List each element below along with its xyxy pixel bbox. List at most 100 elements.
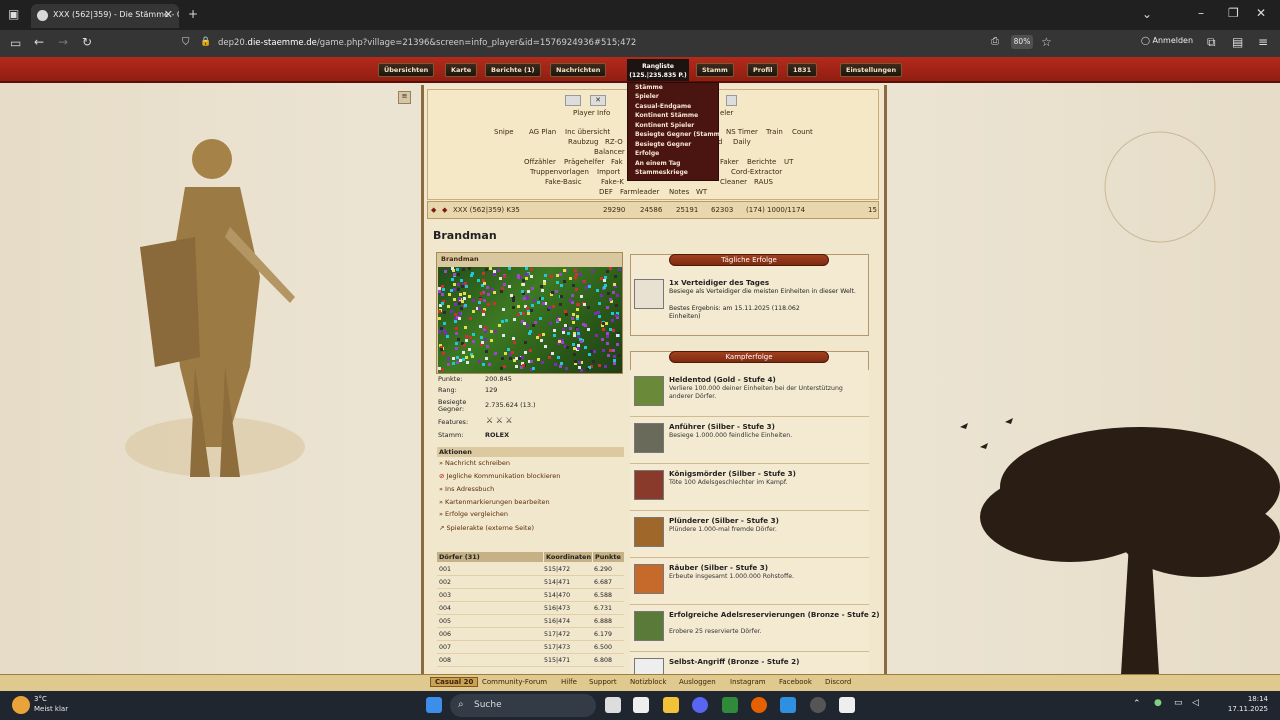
tool-offzaehler[interactable]: Offzähler bbox=[524, 158, 556, 166]
action-map-markers[interactable]: » Kartenmarkierungen bearbeiten bbox=[439, 498, 550, 506]
prev-village-icon[interactable]: ◆ bbox=[431, 206, 436, 214]
tool-wt[interactable]: WT bbox=[696, 188, 707, 196]
footer-help[interactable]: Hilfe bbox=[561, 678, 577, 686]
app-icon[interactable] bbox=[633, 697, 649, 713]
footer-instagram[interactable]: Instagram bbox=[730, 678, 766, 686]
tribe-value[interactable]: ROLEX bbox=[485, 431, 509, 439]
footer-notepad[interactable]: Notizblock bbox=[630, 678, 666, 686]
footer-discord[interactable]: Discord bbox=[825, 678, 851, 686]
coords-header[interactable]: Koordinaten bbox=[544, 552, 592, 562]
ranking-menu-item[interactable]: Casual-Endgame bbox=[635, 103, 691, 110]
ranking-menu-item[interactable]: An einem Tag bbox=[635, 160, 680, 167]
window-close-icon[interactable]: ✕ bbox=[1256, 6, 1266, 20]
village-name[interactable]: 002 bbox=[439, 579, 451, 586]
notifications-icon[interactable]: ▤ bbox=[1232, 35, 1243, 49]
village-row[interactable]: 001 515|472 6.290 bbox=[437, 563, 624, 576]
microphone-icon[interactable]: ● bbox=[1154, 698, 1162, 708]
village-name[interactable]: 005 bbox=[439, 618, 451, 625]
topbar-map[interactable]: Karte bbox=[445, 63, 478, 77]
village-row[interactable]: 003 514|470 6.588 bbox=[437, 589, 624, 602]
tool-import[interactable]: Import bbox=[597, 168, 620, 176]
village-row[interactable]: 007 517|473 6.500 bbox=[437, 641, 624, 654]
action-player-file[interactable]: ↗ Spielerakte (externe Seite) bbox=[439, 524, 534, 532]
tool-close-icon[interactable]: ✕ bbox=[590, 95, 606, 106]
village-row[interactable]: 002 514|471 6.687 bbox=[437, 576, 624, 589]
topbar-reports[interactable]: Berichte (1) bbox=[485, 63, 541, 77]
village-name[interactable]: 004 bbox=[439, 605, 451, 612]
ranking-menu-item[interactable]: Stämme bbox=[635, 84, 663, 91]
tool-ag-plan[interactable]: AG Plan bbox=[529, 128, 556, 136]
village-row[interactable]: 005 516|474 6.888 bbox=[437, 615, 624, 628]
ranking-button[interactable]: Rangliste (125.|235.835 P.) bbox=[627, 59, 689, 81]
tool-train[interactable]: Train bbox=[766, 128, 783, 136]
new-tab-icon[interactable]: + bbox=[188, 7, 198, 21]
villages-header[interactable]: Dörfer (31) bbox=[437, 552, 543, 562]
back-icon[interactable]: ← bbox=[34, 35, 44, 49]
tab-list-icon[interactable]: ⌄ bbox=[1142, 7, 1152, 21]
tool-praegehelfer[interactable]: Prägehelfer bbox=[564, 158, 604, 166]
bookmark-star-icon[interactable]: ☆ bbox=[1041, 35, 1052, 49]
village-name[interactable]: XXX (562|359) K35 bbox=[453, 206, 520, 214]
ranking-menu-item[interactable]: Besiegte Gegner bbox=[635, 141, 691, 148]
tool-daily[interactable]: Daily bbox=[733, 138, 751, 146]
action-address-book[interactable]: » Ins Adressbuch bbox=[439, 485, 494, 493]
tool-snipe[interactable]: Snipe bbox=[494, 128, 514, 136]
tool-cord-extractor[interactable]: Cord-Extractor bbox=[731, 168, 782, 176]
tool-fake-k[interactable]: Fake-K bbox=[601, 178, 624, 186]
forward-icon[interactable]: → bbox=[58, 35, 68, 49]
tool-raubzug[interactable]: Raubzug bbox=[568, 138, 598, 146]
ranking-menu-item[interactable]: Kontinent Stämme bbox=[635, 112, 698, 119]
village-row[interactable]: 004 516|473 6.731 bbox=[437, 602, 624, 615]
tool-farmleader[interactable]: Farmleader bbox=[620, 188, 659, 196]
tool-berichte[interactable]: Berichte bbox=[747, 158, 776, 166]
app-icon[interactable] bbox=[722, 697, 738, 713]
start-icon[interactable] bbox=[426, 697, 442, 713]
village-name[interactable]: 006 bbox=[439, 631, 451, 638]
tab-overview-icon[interactable]: ▣ bbox=[8, 7, 19, 21]
app-icon[interactable] bbox=[810, 697, 826, 713]
incoming-count[interactable]: 15 bbox=[868, 206, 877, 214]
footer-world[interactable]: Casual 20 bbox=[430, 677, 479, 687]
village-row[interactable]: 008 515|471 6.808 bbox=[437, 654, 624, 667]
tool-faker[interactable]: Faker bbox=[720, 158, 739, 166]
maximize-icon[interactable]: ❐ bbox=[1228, 6, 1239, 20]
ranking-menu-item[interactable]: Stammeskriege bbox=[635, 169, 688, 176]
signin-button[interactable]: ◯ Anmelden bbox=[1141, 36, 1193, 45]
tool-ut[interactable]: UT bbox=[784, 158, 793, 166]
tool-camera-icon[interactable] bbox=[565, 95, 581, 106]
village-name[interactable]: 001 bbox=[439, 566, 451, 573]
taskbar-clock[interactable]: 18:14 17.11.2025 bbox=[1208, 694, 1268, 714]
task-view-icon[interactable] bbox=[605, 697, 621, 713]
url-bar[interactable]: ⛉ 🔒 dep20.die-staemme.de/game.php?villag… bbox=[176, 33, 1061, 54]
ranking-menu-item[interactable]: Besiegte Gegner (Stamm) bbox=[635, 131, 723, 138]
village-name[interactable]: 008 bbox=[439, 657, 451, 664]
action-block[interactable]: ⊘ Jegliche Kommunikation blockieren bbox=[439, 472, 560, 480]
topbar-settings[interactable]: Einstellungen bbox=[840, 63, 903, 77]
menu-icon[interactable]: ≡ bbox=[1258, 35, 1268, 49]
next-village-icon[interactable]: ◆ bbox=[442, 206, 447, 214]
reload-icon[interactable]: ↻ bbox=[82, 35, 92, 49]
topbar-tribe[interactable]: Stamm bbox=[696, 63, 734, 77]
action-write-message[interactable]: » Nachricht schreiben bbox=[439, 459, 510, 467]
village-row[interactable]: 006 517|472 6.179 bbox=[437, 628, 624, 641]
tool-fake-basic[interactable]: Fake-Basic bbox=[545, 178, 582, 186]
tool-eler[interactable]: eler bbox=[720, 109, 733, 117]
topbar-profile[interactable]: Profil bbox=[747, 63, 779, 77]
village-name[interactable]: 003 bbox=[439, 592, 451, 599]
player-map[interactable] bbox=[438, 267, 622, 373]
tool-fak[interactable]: Fak bbox=[611, 158, 623, 166]
lock-icon[interactable]: 🔒 bbox=[200, 37, 211, 47]
topbar-points[interactable]: 1831 bbox=[787, 63, 818, 77]
ranking-menu-item[interactable]: Spieler bbox=[635, 93, 659, 100]
zoom-level[interactable]: 80% bbox=[1011, 35, 1033, 49]
tool-rz-o[interactable]: RZ-O bbox=[605, 138, 623, 146]
footer-logout[interactable]: Ausloggen bbox=[679, 678, 716, 686]
network-icon[interactable]: ▭ bbox=[1174, 698, 1183, 708]
file-explorer-icon[interactable] bbox=[663, 697, 679, 713]
footer-facebook[interactable]: Facebook bbox=[779, 678, 812, 686]
topbar-overviews[interactable]: Übersichten bbox=[378, 63, 435, 77]
browser-tab-active[interactable]: XXX (562|359) - Die Stämme - C ✕ bbox=[31, 4, 179, 28]
extensions-icon[interactable]: ⧉ bbox=[1207, 35, 1216, 50]
taskbar-search[interactable]: ⌕ Suche bbox=[450, 694, 596, 717]
tool-troop-templates[interactable]: Truppenvorlagen bbox=[530, 168, 589, 176]
